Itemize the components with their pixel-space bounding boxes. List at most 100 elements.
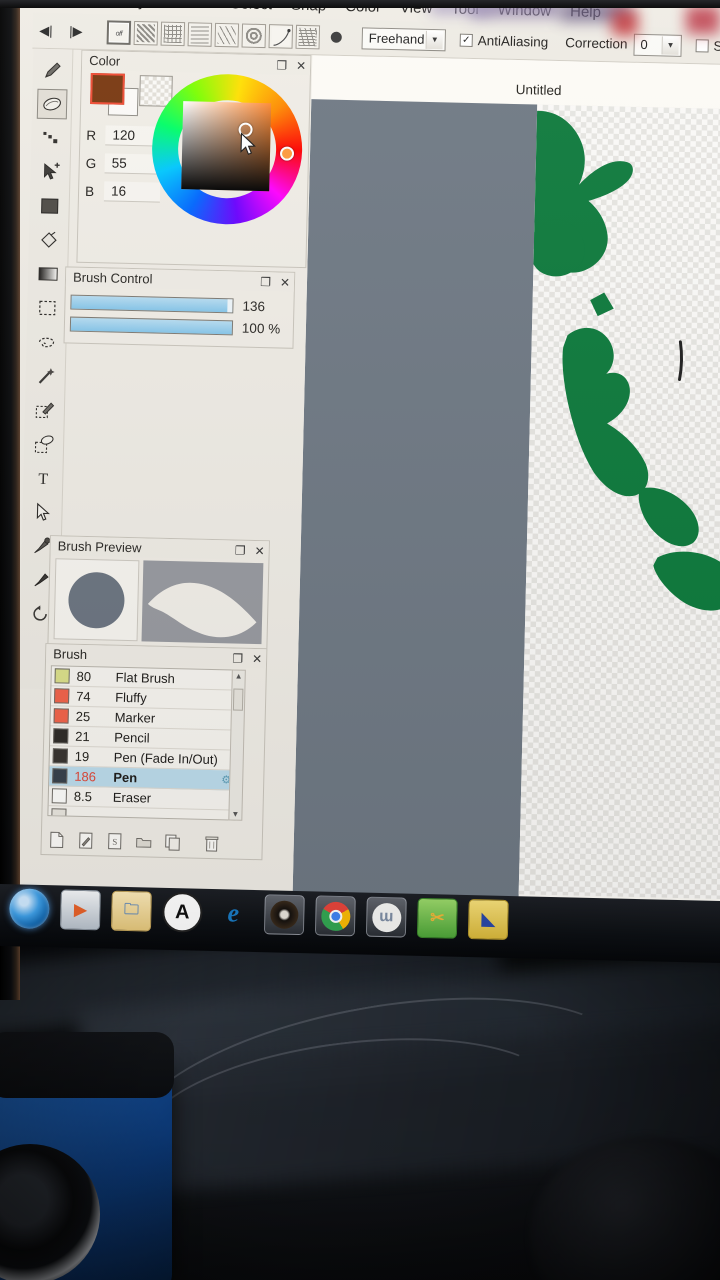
ruler-horizontal-button[interactable] bbox=[187, 21, 213, 47]
brush-swatch bbox=[53, 728, 69, 744]
brush-list[interactable]: 80 Flat Brush 74 Fluffy 25 Marker 21 Pen… bbox=[47, 665, 239, 821]
dark-app-icon[interactable] bbox=[263, 894, 305, 936]
gradient-tool[interactable] bbox=[32, 259, 63, 290]
ruler-concentric-button[interactable] bbox=[241, 23, 267, 48]
color-wheel[interactable] bbox=[150, 72, 304, 226]
dock-icon[interactable]: ❐ bbox=[235, 543, 246, 557]
foreground-color-swatch[interactable] bbox=[90, 72, 125, 105]
slider-knob[interactable] bbox=[227, 299, 233, 313]
scrollbar-thumb[interactable] bbox=[232, 688, 244, 711]
hue-marker[interactable] bbox=[279, 146, 295, 161]
chevron-down-icon[interactable]: ▼ bbox=[661, 35, 679, 55]
bucket-tool[interactable] bbox=[33, 225, 64, 256]
brush-preview-title: Brush Preview bbox=[57, 538, 142, 556]
eraser-tool[interactable] bbox=[36, 88, 67, 120]
brush-name: Fluffy bbox=[115, 689, 147, 706]
monitor-screen-region: File Edit Layer Filter Select Snap Color… bbox=[0, 0, 720, 1000]
speaker bbox=[0, 1032, 174, 1280]
magic-wand-tool[interactable] bbox=[30, 361, 61, 392]
new-brush-button[interactable] bbox=[49, 830, 65, 848]
brush-swatch bbox=[54, 668, 70, 684]
close-icon[interactable]: ✕ bbox=[254, 543, 264, 557]
brush-panel: Brush ❐ ✕ 80 Flat Brush 74 Fluffy 25 Mar… bbox=[40, 643, 268, 861]
ruler-perspective-button[interactable] bbox=[295, 24, 321, 49]
antialiasing-label: AntiAliasing bbox=[477, 33, 549, 50]
brush-swatch bbox=[54, 688, 70, 704]
select-eraser-tool[interactable] bbox=[28, 429, 59, 460]
close-icon[interactable]: ✕ bbox=[296, 58, 306, 72]
brush-size: 74 bbox=[76, 688, 91, 705]
stroke-mode-select[interactable]: Freehand ▼ bbox=[361, 26, 447, 51]
duplicate-brush-button[interactable] bbox=[165, 833, 181, 851]
close-icon[interactable]: ✕ bbox=[252, 651, 262, 665]
concentric-pattern-icon bbox=[244, 26, 264, 45]
blue-field[interactable]: 16 bbox=[103, 181, 161, 203]
correction-select[interactable]: 0 ▼ bbox=[633, 33, 682, 57]
move-tool[interactable] bbox=[35, 157, 66, 188]
brush-panel-title: Brush bbox=[53, 646, 88, 663]
reflection-blur bbox=[612, 10, 638, 36]
file-explorer-icon[interactable]: 🗀 bbox=[110, 890, 152, 932]
rect-select-tool[interactable] bbox=[31, 293, 62, 324]
fill-tool[interactable] bbox=[34, 191, 65, 222]
brush-size: 80 bbox=[76, 668, 92, 685]
operation-tool[interactable] bbox=[27, 497, 58, 528]
nav-prev-button[interactable]: ◀| bbox=[33, 19, 60, 42]
chrome-icon[interactable] bbox=[314, 895, 356, 937]
diagonal-pattern-icon bbox=[136, 23, 156, 42]
w-app-icon[interactable]: ɯ bbox=[365, 896, 407, 938]
lasso-tool[interactable] bbox=[31, 327, 62, 358]
ruler-off-button[interactable]: off bbox=[106, 19, 132, 45]
brush-list-scrollbar[interactable]: ▲ ▼ bbox=[228, 669, 246, 821]
folder-brush-button[interactable] bbox=[136, 832, 152, 850]
brush-size-slider[interactable] bbox=[70, 294, 234, 314]
pencil-tool[interactable] bbox=[37, 55, 68, 86]
dock-icon[interactable]: ❐ bbox=[276, 58, 287, 72]
close-icon[interactable]: ✕ bbox=[280, 275, 290, 289]
media-player-icon[interactable]: ▶ bbox=[59, 889, 101, 931]
script-brush-button[interactable]: S bbox=[107, 832, 123, 850]
antialiasing-checkbox[interactable]: ✓ bbox=[459, 33, 473, 47]
dock-icon[interactable]: ❐ bbox=[232, 651, 243, 665]
brush-name: Flat Brush bbox=[115, 669, 176, 687]
internet-explorer-icon[interactable]: e bbox=[213, 893, 254, 934]
canvas-document[interactable] bbox=[518, 104, 720, 900]
horizontal-pattern-icon bbox=[190, 24, 210, 44]
brush-panel-title-bar: Brush ❐ ✕ bbox=[45, 644, 267, 669]
saturation-value-square[interactable] bbox=[181, 101, 272, 192]
green-app-icon[interactable]: ✂ bbox=[416, 897, 458, 939]
start-orb-icon[interactable] bbox=[8, 888, 50, 930]
desk-foreground bbox=[0, 946, 720, 1280]
ruler-grid-button[interactable] bbox=[160, 21, 186, 46]
soft-edge-checkbox[interactable] bbox=[695, 39, 709, 53]
ruler-radial-button[interactable] bbox=[214, 22, 240, 47]
brush-opacity-slider[interactable] bbox=[69, 316, 234, 336]
antialiasing-toggle[interactable]: ✓ AntiAliasing bbox=[459, 33, 549, 50]
select-pen-tool[interactable] bbox=[29, 395, 60, 426]
ruler-curve-button[interactable] bbox=[268, 23, 294, 49]
brush-size: 8.5 bbox=[73, 788, 93, 805]
text-tool[interactable]: T bbox=[27, 463, 58, 494]
brush-dot-icon[interactable] bbox=[330, 31, 342, 43]
soft-edge-toggle[interactable]: Soft E bbox=[695, 38, 720, 55]
color-panel: Color ❐ ✕ R 120 G 55 B 16 bbox=[76, 49, 312, 269]
brush-size: 19 bbox=[74, 748, 90, 765]
scroll-up-icon[interactable]: ▲ bbox=[233, 671, 245, 681]
monitor-bezel-left bbox=[0, 0, 20, 1000]
dock-icon[interactable]: ❐ bbox=[260, 275, 271, 289]
ruler-diagonal-button[interactable] bbox=[133, 20, 159, 46]
canvas-area[interactable]: Untitled bbox=[292, 55, 720, 930]
brush-preview-title-bar: Brush Preview ❐ ✕ bbox=[50, 536, 269, 561]
taskbar-items: ▶ 🗀 A e ɯ ✂ ◣ bbox=[8, 888, 509, 940]
delete-brush-button[interactable] bbox=[204, 834, 220, 852]
ruler-pattern-group: off bbox=[106, 19, 321, 49]
red-channel-row: R 120 bbox=[86, 125, 162, 147]
yellow-app-icon[interactable]: ◣ bbox=[467, 899, 509, 940]
brush-swatch bbox=[52, 768, 68, 784]
chevron-down-icon[interactable]: ▼ bbox=[425, 30, 443, 49]
nav-next-button[interactable]: |▶ bbox=[63, 20, 90, 43]
dot-pen-tool[interactable] bbox=[35, 123, 66, 154]
a-app-icon[interactable]: A bbox=[161, 891, 203, 933]
scroll-down-icon[interactable]: ▼ bbox=[229, 809, 241, 818]
edit-brush-button[interactable] bbox=[78, 831, 94, 849]
